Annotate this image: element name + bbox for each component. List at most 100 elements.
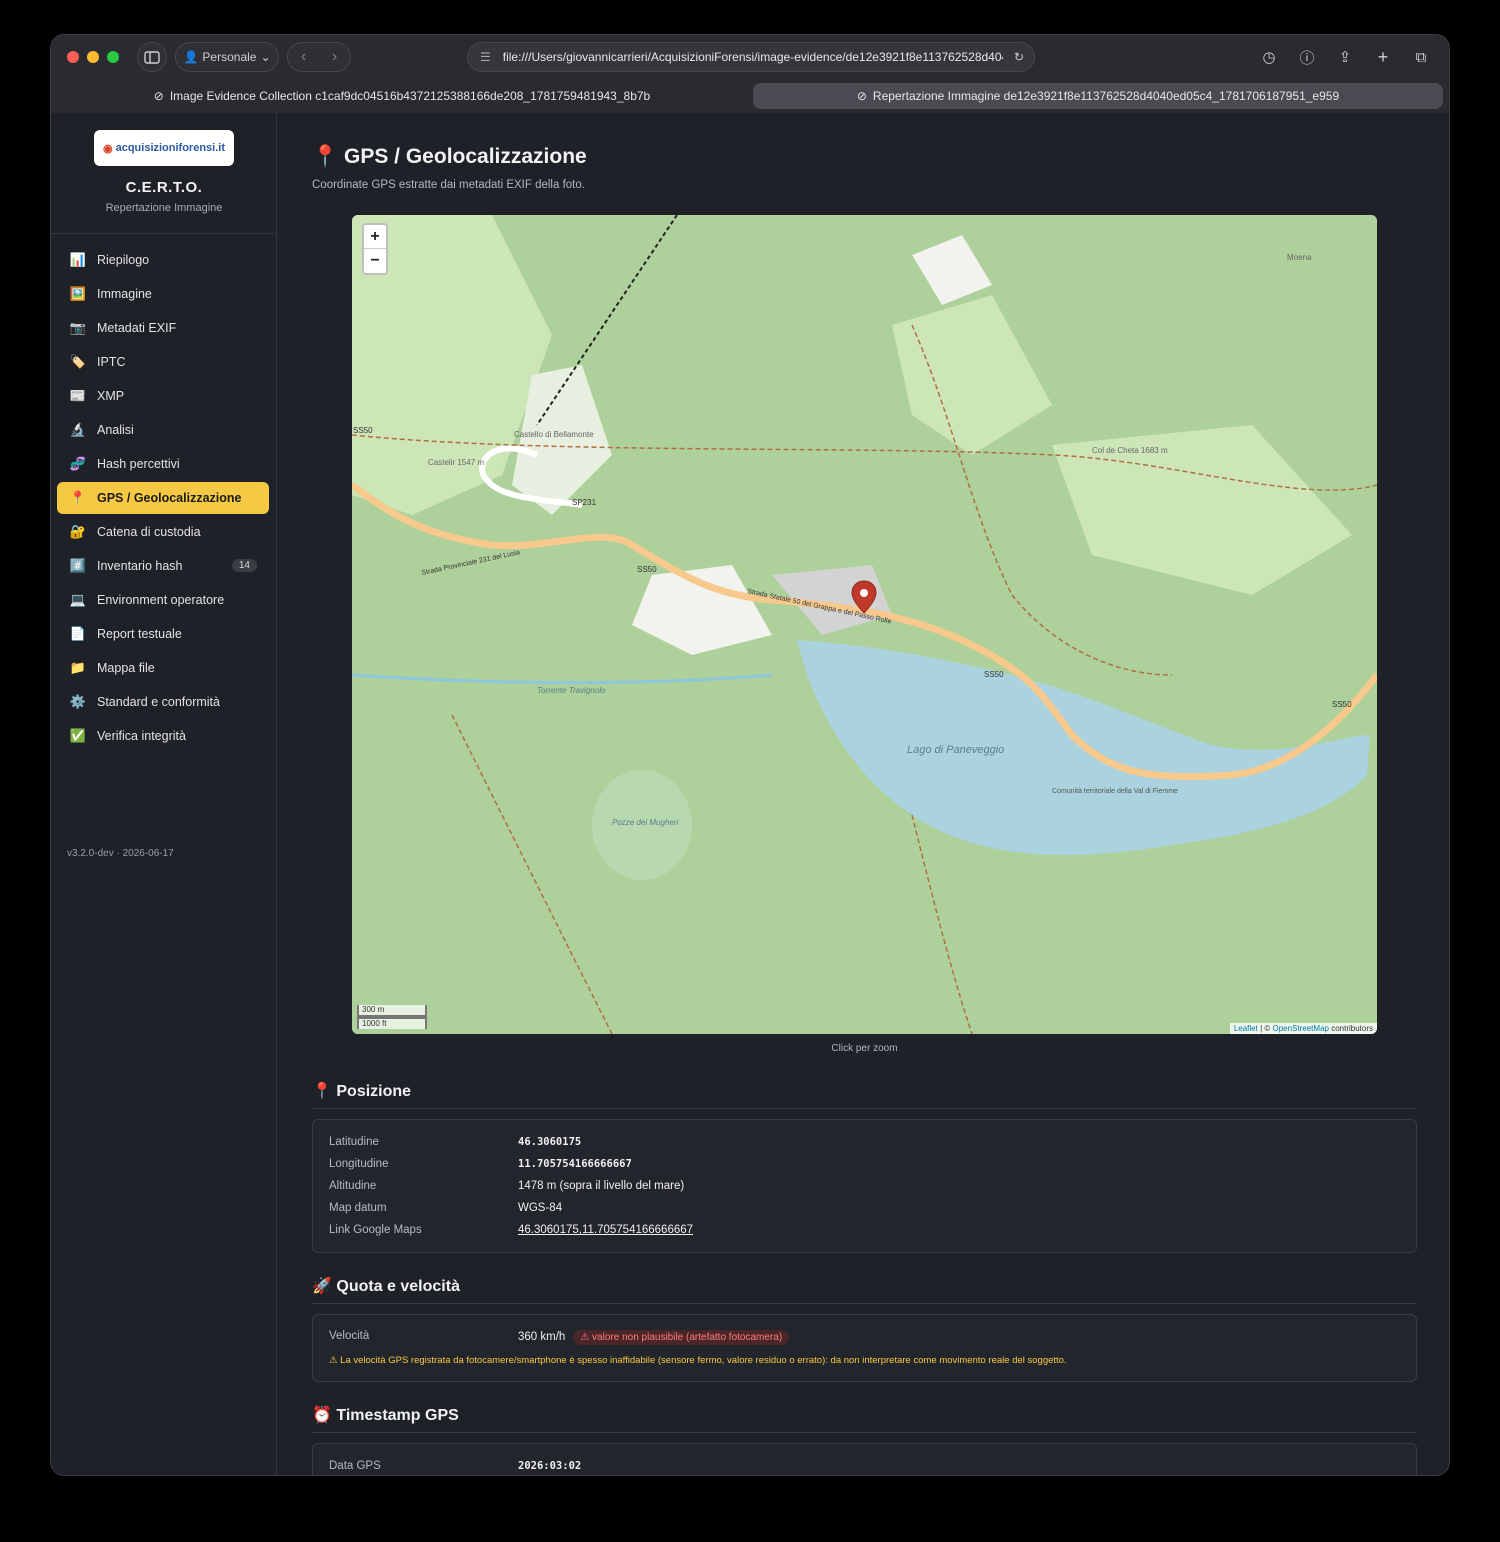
map-caption: Click per zoom <box>831 1043 898 1054</box>
sidebar-item-label: Immagine <box>97 287 152 301</box>
attribution-tail: contributors <box>1328 1024 1373 1033</box>
sidebar-item-immagine[interactable]: 🖼️ Immagine <box>57 278 269 310</box>
close-window-button[interactable] <box>67 51 79 63</box>
sidebar-item-label: Mappa file <box>97 661 155 675</box>
leaflet-link[interactable]: Leaflet <box>1234 1024 1258 1033</box>
brand-subtitle: Repertazione Immagine <box>105 202 223 214</box>
sidebar-item-inventario-hash[interactable]: #️⃣ Inventario hash 14 <box>57 550 269 582</box>
version-label: v3.2.0-dev · 2026-06-17 <box>67 848 174 859</box>
zoom-out-button[interactable]: − <box>364 249 386 273</box>
section-title-posizione: 📍 Posizione <box>312 1081 411 1101</box>
page-subtitle: Coordinate GPS estratte dai metadati EXI… <box>312 179 585 191</box>
sidebar-item-xmp[interactable]: 📰 XMP <box>57 380 269 412</box>
timestamp-card: Data GPS 2026:03:02 <box>312 1443 1417 1475</box>
sidebar-item-environment-operatore[interactable]: 💻 Environment operatore <box>57 584 269 616</box>
sidebar-item-icon: ✅ <box>69 728 87 743</box>
sidebar-item-mappa-file[interactable]: 📁 Mappa file <box>57 652 269 684</box>
scale-feet: 1000 ft <box>357 1017 427 1029</box>
map-label: Lago di Paneveggio <box>907 744 1004 756</box>
main-content: 📍 GPS / Geolocalizzazione Coordinate GPS… <box>277 113 1449 1475</box>
section-title-text: Timestamp GPS <box>336 1407 459 1424</box>
section-title-quota: 🚀 Quota e velocità <box>312 1276 460 1296</box>
sidebar-item-riepilogo[interactable]: 📊 Riepilogo <box>57 244 269 276</box>
map-label: Comunità territoriale della Val di Fiemm… <box>1052 788 1178 795</box>
sidebar-item-label: Inventario hash <box>97 559 183 573</box>
attribution-separator: | © <box>1257 1024 1273 1033</box>
map-label: SS50 <box>1332 700 1352 709</box>
row-key: Altitudine <box>329 1180 377 1192</box>
history-icon[interactable]: ◷ <box>1255 42 1283 72</box>
sidebar-item-label: Riepilogo <box>97 253 150 267</box>
profile-label: Personale <box>202 50 257 64</box>
sidebar-item-analisi[interactable]: 🔬 Analisi <box>57 414 269 446</box>
compass-icon: ⊘ <box>153 89 164 103</box>
pin-icon: 📍 <box>312 145 339 168</box>
back-arrow-icon[interactable]: ‹ <box>301 48 306 66</box>
page-title-text: GPS / Geolocalizzazione <box>344 145 587 168</box>
sidebar-item-hash-percettivi[interactable]: 🧬 Hash percettivi <box>57 448 269 480</box>
row-value: 360 km/h ⚠ valore non plausibile (artefat… <box>518 1330 790 1345</box>
rocket-icon: 🚀 <box>312 1278 332 1295</box>
map-label: Castelir 1547 m <box>428 458 484 467</box>
sidebar-item-icon: #️⃣ <box>69 558 87 573</box>
compass-icon: ⊘ <box>856 89 867 103</box>
section-title-timestamp: ⏰ Timestamp GPS <box>312 1405 459 1425</box>
person-icon: 👤 <box>183 50 199 64</box>
address-bar[interactable]: ☰ file:///Users/giovannicarrieri/Acquisi… <box>467 42 1035 72</box>
sidebar-item-iptc[interactable]: 🏷️ IPTC <box>57 346 269 378</box>
page-info-icon: ☰ <box>480 50 491 64</box>
row-value: 1478 m (sopra il livello del mare) <box>518 1180 685 1192</box>
section-divider <box>312 1108 1417 1109</box>
sidebar-item-gps-geolocalizzazione[interactable]: 📍 GPS / Geolocalizzazione <box>57 482 269 514</box>
sidebar-item-label: Verifica integrità <box>97 729 186 743</box>
sidebar: ◉ acquisizioniforensi.it C.E.R.T.O. Repe… <box>51 113 277 1475</box>
tab-bar: ⊘ Image Evidence Collection c1caf9dc0451… <box>51 79 1449 113</box>
section-divider <box>312 1303 1417 1304</box>
forward-arrow-icon[interactable]: › <box>332 48 337 66</box>
row-value: 11.705754166666667 <box>518 1158 632 1170</box>
sidebar-item-report-testuale[interactable]: 📄 Report testuale <box>57 618 269 650</box>
maximize-window-button[interactable] <box>107 51 119 63</box>
sidebar-item-catena-di-custodia[interactable]: 🔐 Catena di custodia <box>57 516 269 548</box>
map-label: SS50 <box>353 426 373 435</box>
tab-image-evidence[interactable]: ⊘ Image Evidence Collection c1caf9dc0451… <box>57 83 747 109</box>
zoom-control: + − <box>362 223 388 275</box>
tab-overview-icon[interactable]: ⧉ <box>1407 42 1435 72</box>
reload-icon[interactable]: ↻ <box>1014 50 1024 64</box>
sidebar-item-icon: 📁 <box>69 660 87 675</box>
map-view[interactable]: SS50 SP231 SS50 SS50 SS50 Castello di Be… <box>352 215 1377 1034</box>
browser-window: 👤 Personale ⌄ ‹ › ☰ file:///Users/giovan… <box>50 34 1450 1476</box>
sidebar-item-icon: 🔐 <box>69 524 87 539</box>
info-icon[interactable]: ⓘ <box>1293 42 1321 72</box>
sidebar-item-icon: 🖼️ <box>69 286 87 301</box>
url-text: file:///Users/giovannicarrieri/Acquisizi… <box>502 50 1003 64</box>
sidebar-item-metadati-exif[interactable]: 📷 Metadati EXIF <box>57 312 269 344</box>
osm-link[interactable]: OpenStreetMap <box>1272 1024 1328 1033</box>
tab-title: Image Evidence Collection c1caf9dc04516b… <box>169 89 651 103</box>
share-icon[interactable]: ⇪ <box>1331 42 1359 72</box>
google-maps-link[interactable]: 46.3060175,11.705754166666667 <box>518 1224 693 1236</box>
minimize-window-button[interactable] <box>87 51 99 63</box>
speed-warning: ⚠ La velocità GPS registrata da fotocame… <box>329 1355 1067 1366</box>
sidebar-item-verifica-integrit[interactable]: ✅ Verifica integrità <box>57 720 269 752</box>
section-title-text: Posizione <box>336 1083 412 1100</box>
map-label: Castello di Bellamonte <box>514 430 594 439</box>
section-title-text: Quota e velocità <box>336 1278 460 1295</box>
tab-repertazione[interactable]: ⊘ Repertazione Immagine de12e3921f8e1137… <box>753 83 1443 109</box>
row-key: Velocità <box>329 1330 370 1342</box>
page-title: 📍 GPS / Geolocalizzazione <box>312 145 587 169</box>
count-badge: 14 <box>231 559 257 572</box>
map-scale: 300 m 1000 ft <box>357 1005 427 1029</box>
map-attribution: Leaflet | © OpenStreetMap contributors <box>1229 1023 1377 1034</box>
scale-meters: 300 m <box>357 1005 427 1017</box>
row-key: Link Google Maps <box>329 1224 422 1236</box>
sidebar-toggle-button[interactable] <box>137 42 167 72</box>
sidebar-item-standard-e-conformit[interactable]: ⚙️ Standard e conformità <box>57 686 269 718</box>
profile-menu-button[interactable]: 👤 Personale ⌄ <box>175 42 279 72</box>
sidebar-item-icon: 🔬 <box>69 422 87 437</box>
sidebar-item-icon: ⚙️ <box>69 694 87 709</box>
new-tab-icon[interactable]: + <box>1369 42 1397 72</box>
sidebar-nav: 📊 Riepilogo 🖼️ Immagine 📷 Metadati EXIF 🏷️ IPTC… <box>57 244 269 754</box>
zoom-in-button[interactable]: + <box>364 225 386 249</box>
toolbar-actions: ◷ ⓘ ⇪ + ⧉ <box>1255 42 1435 72</box>
